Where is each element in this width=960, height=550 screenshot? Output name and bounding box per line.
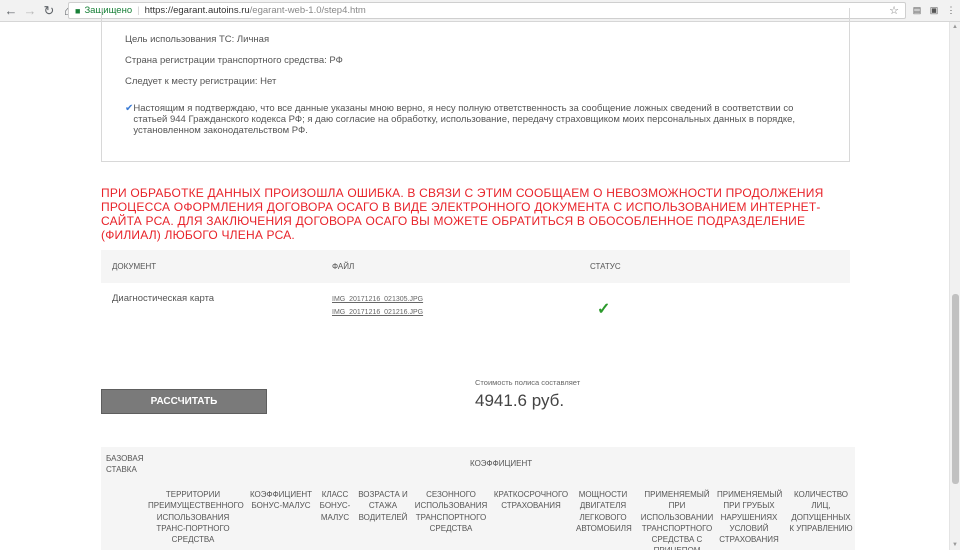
page-scrollbar[interactable]: ▲ ▼ xyxy=(949,22,960,550)
coef-column-bonus-malus: КОЭФФИЦИЕНТ БОНУС-МАЛУС xyxy=(249,490,313,511)
calculate-button[interactable]: РАССЧИТАТЬ xyxy=(101,389,267,414)
header-file: ФАЙЛ xyxy=(332,262,355,271)
coef-column-age-experience: ВОЗРАСТА И СТАЖА ВОДИТЕЛЕЙ xyxy=(358,490,408,522)
scroll-down-icon[interactable]: ▼ xyxy=(952,542,958,548)
cast-icon[interactable]: ▣ xyxy=(927,3,941,17)
follows-to-registration: Следует к месту регистрации: Нет xyxy=(125,76,277,87)
file-link[interactable]: IMG_20171216_021216.JPG xyxy=(332,309,423,316)
table-row: Диагностическая карта IMG_20171216_02130… xyxy=(101,283,850,339)
document-name: Диагностическая карта xyxy=(112,293,215,304)
scroll-thumb[interactable] xyxy=(952,294,959,484)
usage-purpose: Цель использования ТС: Личная xyxy=(125,34,270,45)
header-document: ДОКУМЕНТ xyxy=(112,262,157,271)
file-link[interactable]: IMG_20171216_021305.JPG xyxy=(332,296,423,303)
coef-column-short-term: КРАТКОСРОЧНОГО СТРАХОВАНИЯ xyxy=(493,490,569,511)
registration-country: Страна регистрации транспортного средств… xyxy=(125,55,343,66)
forward-icon[interactable]: → xyxy=(22,3,38,19)
menu-icon[interactable]: ⋮ xyxy=(944,3,958,17)
lock-icon: ■ xyxy=(75,5,81,16)
extension-icon[interactable]: ▤ xyxy=(910,3,924,17)
coefficient-header: КОЭФФИЦИЕНТ xyxy=(470,459,533,468)
cost-label: Стоимость полиса составляет xyxy=(475,378,581,387)
coef-column-drivers-count: КОЛИЧЕСТВО ЛИЦ, ДОПУЩЕННЫХ К УПРАВЛЕНИЮ xyxy=(789,490,853,533)
coef-column-engine-power: МОЩНОСТИ ДВИГАТЕЛЯ ЛЕГКОВОГО АВТОМОБИЛЯ xyxy=(576,490,632,533)
coef-column-violations: ПРИМЕНЯЕМЫЙ ПРИ ГРУБЫХ НАРУШЕНИЯХ УСЛОВИ… xyxy=(717,490,783,545)
bookmark-star-icon[interactable]: ☆ xyxy=(889,4,899,17)
coef-column-territory: ТЕРРИТОРИИ ПРЕИМУЩЕСТВЕННОГО ИСПОЛЬЗОВАН… xyxy=(148,490,244,545)
header-status: СТАТУС xyxy=(590,262,621,271)
coefficients-table: БАЗОВАЯ СТАВКА КОЭФФИЦИЕНТ ТЕРРИТОРИИ ПР… xyxy=(101,447,855,550)
scroll-up-icon[interactable]: ▲ xyxy=(952,24,958,30)
coef-column-bonus-malus-class: КЛАСС БОНУС-МАЛУС xyxy=(319,490,351,522)
status-check-icon: ✓ xyxy=(597,301,611,318)
reload-icon[interactable]: ↻ xyxy=(41,3,57,19)
base-rate-header: БАЗОВАЯ СТАВКА xyxy=(106,454,144,474)
error-message: ПРИ ОБРАБОТКЕ ДАННЫХ ПРОИЗОШЛА ОШИБКА. В… xyxy=(101,186,824,242)
documents-table-header: ДОКУМЕНТ ФАЙЛ СТАТУС xyxy=(101,250,850,283)
consent-checkbox[interactable]: ✔ xyxy=(125,103,133,136)
consent-row: ✔ Настоящим я подтверждаю, что все данны… xyxy=(125,103,825,136)
consent-text: Настоящим я подтверждаю, что все данные … xyxy=(133,103,796,136)
coef-column-trailer: ПРИМЕНЯЕМЫЙ ПРИ ИСПОЛЬЗОВАНИИ ТРАНСПОРТН… xyxy=(640,490,714,550)
summary-card: Цель использования ТС: Личная Страна рег… xyxy=(101,8,850,162)
coef-column-seasonal: СЕЗОННОГО ИСПОЛЬЗОВАНИЯ ТРАНСПОРТНОГО СР… xyxy=(414,490,488,533)
cost-value: 4941.6 руб. xyxy=(475,391,565,410)
back-icon[interactable]: ← xyxy=(3,3,19,19)
